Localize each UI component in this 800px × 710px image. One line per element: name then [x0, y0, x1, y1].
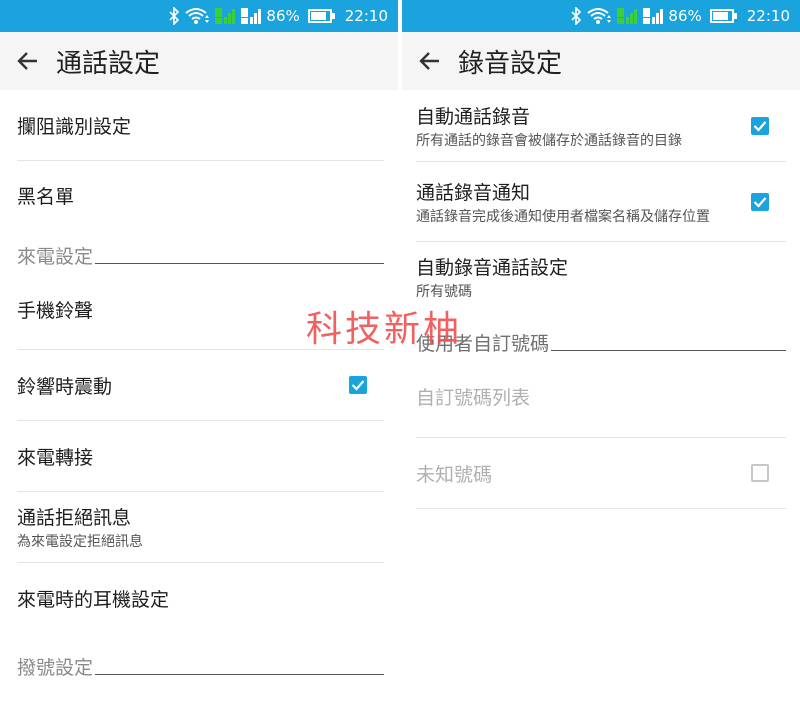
sim2-signal-icon	[642, 7, 664, 25]
status-bar: 86% 22:10	[0, 0, 398, 32]
auto-record-checkbox[interactable]	[751, 116, 769, 135]
item-subtitle: 所有號碼	[416, 284, 472, 300]
sim2-signal-icon	[240, 7, 262, 25]
item-title: 自訂號碼列表	[416, 387, 531, 409]
list-item-call-forwarding[interactable]: 來電轉接	[17, 421, 384, 492]
app-bar: 通話設定	[0, 32, 398, 90]
battery-icon	[307, 9, 335, 23]
back-button[interactable]	[0, 32, 56, 90]
battery-percent: 86%	[266, 7, 300, 25]
section-header-incoming: 來電設定	[17, 229, 384, 269]
list-item-reject-message[interactable]: 通話拒絕訊息 為來電設定拒絕訊息	[17, 492, 384, 563]
item-title: 未知號碼	[416, 463, 493, 486]
arrow-left-icon	[17, 52, 37, 70]
list-item-custom-number-list[interactable]: 自訂號碼列表	[416, 356, 786, 438]
battery-icon	[709, 9, 737, 23]
section-header-dial: 撥號設定	[17, 633, 384, 680]
settings-list: 攔阻識別設定 黑名單 來電設定 手機鈴聲 鈴響時震動 來電轉接 通話拒絕訊息 為…	[0, 90, 398, 680]
bluetooth-icon	[168, 7, 180, 25]
item-subtitle: 所有通話的錄音會被儲存於通話錄音的目錄	[416, 132, 682, 149]
item-title: 來電時的耳機設定	[17, 588, 170, 611]
item-title: 通話錄音通知	[416, 181, 531, 204]
sim1-signal-icon	[616, 7, 638, 25]
item-subtitle: 為來電設定拒絕訊息	[17, 534, 143, 550]
app-bar: 錄音設定	[402, 32, 800, 90]
list-item-vibrate-on-ring[interactable]: 鈴響時震動	[17, 350, 384, 421]
divider	[551, 350, 786, 351]
list-item-block-id-settings[interactable]: 攔阻識別設定	[17, 90, 384, 161]
item-title: 自動通話錄音	[416, 105, 531, 128]
item-title: 攔阻識別設定	[17, 115, 132, 138]
wifi-icon	[184, 7, 210, 25]
wifi-icon	[586, 7, 612, 25]
record-notification-checkbox[interactable]	[751, 192, 769, 211]
item-title: 來電轉接	[17, 446, 94, 469]
section-header-custom-numbers: 使用者自訂號碼	[416, 312, 786, 356]
bluetooth-icon	[570, 7, 582, 25]
list-item-record-notification[interactable]: 通話錄音通知 通話錄音完成後通知使用者檔案名稱及儲存位置	[416, 162, 786, 242]
check-icon	[753, 196, 767, 208]
page-title: 通話設定	[56, 48, 161, 79]
item-title: 通話拒絕訊息	[17, 507, 132, 529]
section-title: 來電設定	[17, 246, 94, 268]
divider	[95, 263, 384, 264]
recording-settings-screen: 86% 22:10 錄音設定 自動通話錄音 所有通話的錄音會被儲存於通話錄音的目…	[402, 0, 800, 710]
item-title: 黑名單	[17, 185, 75, 208]
vibrate-checkbox[interactable]	[349, 376, 367, 394]
check-icon	[351, 380, 365, 391]
arrow-left-icon	[419, 52, 439, 70]
item-title: 自動錄音通話設定	[416, 257, 569, 279]
list-item-unknown-numbers[interactable]: 未知號碼	[416, 438, 786, 509]
item-title: 鈴響時震動	[17, 375, 113, 398]
call-settings-screen: 86% 22:10 通話設定 攔阻識別設定 黑名單 來電設定 手機鈴聲 鈴響時震…	[0, 0, 398, 710]
clock: 22:10	[344, 7, 388, 25]
battery-percent: 86%	[668, 7, 702, 25]
item-title: 手機鈴聲	[17, 299, 94, 322]
divider	[95, 674, 384, 675]
unknown-numbers-checkbox[interactable]	[751, 464, 769, 482]
watermark: 科技新柚	[306, 309, 463, 350]
status-bar: 86% 22:10	[402, 0, 800, 32]
sim1-signal-icon	[214, 7, 236, 25]
back-button[interactable]	[402, 32, 458, 90]
list-item-auto-record-call-settings[interactable]: 自動錄音通話設定 所有號碼	[416, 242, 786, 312]
list-item-blacklist[interactable]: 黑名單	[17, 161, 384, 229]
list-item-headset-settings[interactable]: 來電時的耳機設定	[17, 563, 384, 633]
clock: 22:10	[746, 7, 790, 25]
list-item-auto-record[interactable]: 自動通話錄音 所有通話的錄音會被儲存於通話錄音的目錄	[416, 90, 786, 162]
item-subtitle: 通話錄音完成後通知使用者檔案名稱及儲存位置	[416, 208, 710, 225]
section-title: 撥號設定	[17, 657, 94, 679]
check-icon	[753, 120, 767, 132]
page-title: 錄音設定	[458, 48, 563, 79]
